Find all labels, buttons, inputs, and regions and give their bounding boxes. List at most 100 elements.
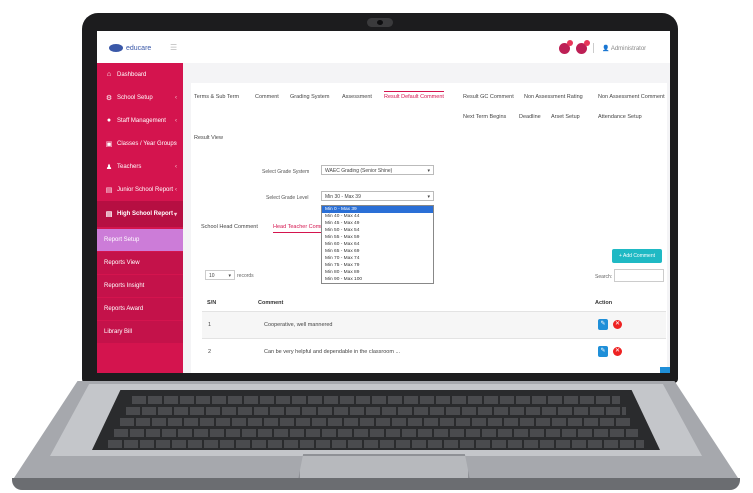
keyboard bbox=[92, 390, 660, 450]
dropdown-option[interactable]: Min 40 - Max 44 bbox=[322, 213, 433, 220]
sidebar-item-label: School Setup bbox=[117, 94, 153, 101]
report-icon: ▤ bbox=[105, 186, 113, 194]
notifications-icon[interactable] bbox=[559, 40, 573, 54]
grade-system-label: Select Grade System bbox=[262, 169, 310, 175]
classes-icon: ▣ bbox=[105, 140, 113, 148]
row-comment: Can be very helpful and dependable in th… bbox=[264, 349, 401, 355]
tab-non-assessment-comment[interactable]: Non Assessment Comment bbox=[598, 94, 665, 100]
sidebar-subitem-reports-award[interactable]: Reports Award bbox=[97, 298, 183, 320]
column-header-comment[interactable]: Comment bbox=[258, 296, 283, 310]
column-header-action[interactable]: Action bbox=[595, 296, 612, 310]
row-sn: 1 bbox=[208, 322, 212, 328]
app-logo[interactable]: educare bbox=[109, 42, 161, 54]
sidebar-subitem-report-setup[interactable]: Report Setup bbox=[97, 229, 183, 251]
report-icon: ▤ bbox=[105, 211, 113, 218]
staff-icon: ● bbox=[106, 117, 112, 124]
sidebar-item-dashboard[interactable]: ⌂ Dashboard bbox=[97, 63, 183, 86]
grade-level-select[interactable]: Min 30 - Max 39 ▾ bbox=[321, 191, 434, 201]
webcam-icon bbox=[367, 18, 393, 27]
scroll-to-top-button[interactable] bbox=[660, 367, 670, 373]
tab-next-term-begins[interactable]: Next Term Begins bbox=[463, 114, 506, 120]
tab-result-gc-comment[interactable]: Result GC Comment bbox=[463, 94, 514, 100]
menu-toggle-icon[interactable]: ☰ bbox=[170, 43, 177, 52]
grade-system-select[interactable]: WAEC Grading (Senior Shine) ▾ bbox=[321, 165, 434, 175]
sidebar-subitem-label: Reports View bbox=[104, 260, 140, 266]
page-length-select[interactable]: 10 ▾ bbox=[205, 270, 235, 280]
tab-assessment[interactable]: Assessment bbox=[342, 94, 372, 100]
top-bar: educare ☰ 👤 Administrator bbox=[97, 31, 670, 64]
sidebar-item-staff-management[interactable]: ● Staff Management ‹ bbox=[97, 109, 183, 132]
chevron-left-icon: ‹ bbox=[175, 163, 177, 170]
sidebar-subitem-reports-view[interactable]: Reports View bbox=[97, 252, 183, 274]
table-row: 2 Can be very helpful and dependable in … bbox=[202, 338, 666, 365]
teacher-icon: ♟ bbox=[105, 163, 113, 171]
home-icon: ⌂ bbox=[106, 71, 112, 78]
chevron-down-icon: ▾ bbox=[173, 211, 177, 218]
page-length-value: 10 bbox=[209, 273, 215, 279]
dropdown-option[interactable]: Min 75 - Max 79 bbox=[322, 262, 433, 269]
table-row: 1 Cooperative, well mannered ✎ ✕ bbox=[202, 311, 666, 338]
chevron-left-icon: ‹ bbox=[175, 186, 177, 193]
dropdown-option[interactable]: Min 65 - Max 69 bbox=[322, 248, 433, 255]
page-length-suffix: records bbox=[237, 273, 254, 279]
column-header-sn[interactable]: S/N bbox=[207, 296, 216, 310]
grade-level-label: Select Grade Level bbox=[266, 195, 309, 201]
sidebar-subitem-label: Library Bill bbox=[104, 329, 133, 335]
dropdown-option[interactable]: Min 60 - Max 64 bbox=[322, 241, 433, 248]
sidebar-subitem-library-bill[interactable]: Library Bill bbox=[97, 321, 183, 343]
tab-grading-system[interactable]: Grading System bbox=[290, 94, 329, 100]
grade-level-value: Min 30 - Max 39 bbox=[325, 194, 361, 200]
sidebar-item-junior-school-report[interactable]: ▤ Junior School Report ‹ bbox=[97, 178, 183, 201]
grade-level-dropdown: Min 0 - Max 39 Min 40 - Max 44 Min 45 - … bbox=[321, 205, 434, 284]
gear-icon: ⚙ bbox=[105, 94, 113, 102]
edit-icon[interactable]: ✎ bbox=[598, 319, 608, 330]
tab-deadline[interactable]: Deadline bbox=[519, 114, 541, 120]
caret-down-icon: ▾ bbox=[427, 168, 430, 174]
chevron-left-icon: ‹ bbox=[175, 94, 177, 101]
delete-icon[interactable]: ✕ bbox=[613, 347, 622, 356]
sidebar-item-high-school-report[interactable]: ▤ High School Report ▾ bbox=[97, 201, 183, 227]
dropdown-option[interactable]: Min 90 - Max 100 bbox=[322, 276, 433, 283]
messages-icon[interactable] bbox=[576, 40, 590, 54]
sidebar-subitem-label: Reports Award bbox=[104, 306, 144, 312]
tab-result-view[interactable]: Result View bbox=[194, 135, 223, 141]
dropdown-option[interactable]: Min 70 - Max 74 bbox=[322, 255, 433, 262]
user-menu[interactable]: 👤 Administrator bbox=[602, 45, 646, 52]
sidebar-item-teachers[interactable]: ♟ Teachers ‹ bbox=[97, 155, 183, 178]
sidebar-item-classes[interactable]: ▣ Classes / Year Groups ‹ bbox=[97, 132, 183, 155]
sidebar-item-label: Classes / Year Groups bbox=[117, 140, 177, 147]
sidebar-item-label: Junior School Report bbox=[117, 186, 174, 193]
username: Administrator bbox=[610, 46, 647, 52]
dropdown-option[interactable]: Min 55 - Max 59 bbox=[322, 234, 433, 241]
row-comment: Cooperative, well mannered bbox=[264, 322, 333, 328]
chevron-left-icon: ‹ bbox=[175, 140, 177, 147]
logo-text: educare bbox=[126, 44, 152, 52]
subtab-school-head-comment[interactable]: School Head Comment bbox=[201, 224, 258, 230]
chevron-left-icon: ‹ bbox=[175, 117, 177, 124]
tab-comment[interactable]: Comment bbox=[255, 94, 279, 100]
divider bbox=[593, 43, 594, 53]
caret-down-icon: ▾ bbox=[228, 273, 231, 279]
sidebar-item-school-setup[interactable]: ⚙ School Setup ‹ bbox=[97, 86, 183, 109]
tab-non-assessment-rating[interactable]: Non Assessment Rating bbox=[524, 94, 583, 100]
sidebar-subitem-label: Report Setup bbox=[104, 237, 140, 243]
grade-system-value: WAEC Grading (Senior Shine) bbox=[325, 168, 393, 174]
screen: educare ☰ 👤 Administrator ⌂ Dashboard ⚙ … bbox=[97, 31, 670, 373]
delete-icon[interactable]: ✕ bbox=[613, 320, 622, 329]
tab-terms[interactable]: Terms & Sub Term bbox=[194, 94, 239, 100]
search-input[interactable] bbox=[614, 269, 664, 282]
edit-icon[interactable]: ✎ bbox=[598, 346, 608, 357]
user-icon: 👤 bbox=[602, 46, 611, 52]
sidebar-item-label: Staff Management bbox=[117, 117, 166, 124]
sidebar-item-label: Teachers bbox=[117, 163, 142, 170]
sidebar-item-label: Dashboard bbox=[117, 71, 147, 78]
dropdown-option[interactable]: Min 80 - Max 89 bbox=[322, 269, 433, 276]
add-comment-button[interactable]: + Add Comment bbox=[612, 249, 662, 263]
dropdown-option[interactable]: Min 0 - Max 39 bbox=[322, 206, 433, 213]
sidebar-subitem-reports-insight[interactable]: Reports Insight bbox=[97, 275, 183, 297]
tab-attendance-setup[interactable]: Attendance Setup bbox=[598, 114, 642, 120]
dropdown-option[interactable]: Min 50 - Max 54 bbox=[322, 227, 433, 234]
tab-result-default-comment[interactable]: Result Default Comment bbox=[384, 91, 444, 100]
dropdown-option[interactable]: Min 45 - Max 49 bbox=[322, 220, 433, 227]
tab-arset-setup[interactable]: Arset Setup bbox=[551, 114, 580, 120]
